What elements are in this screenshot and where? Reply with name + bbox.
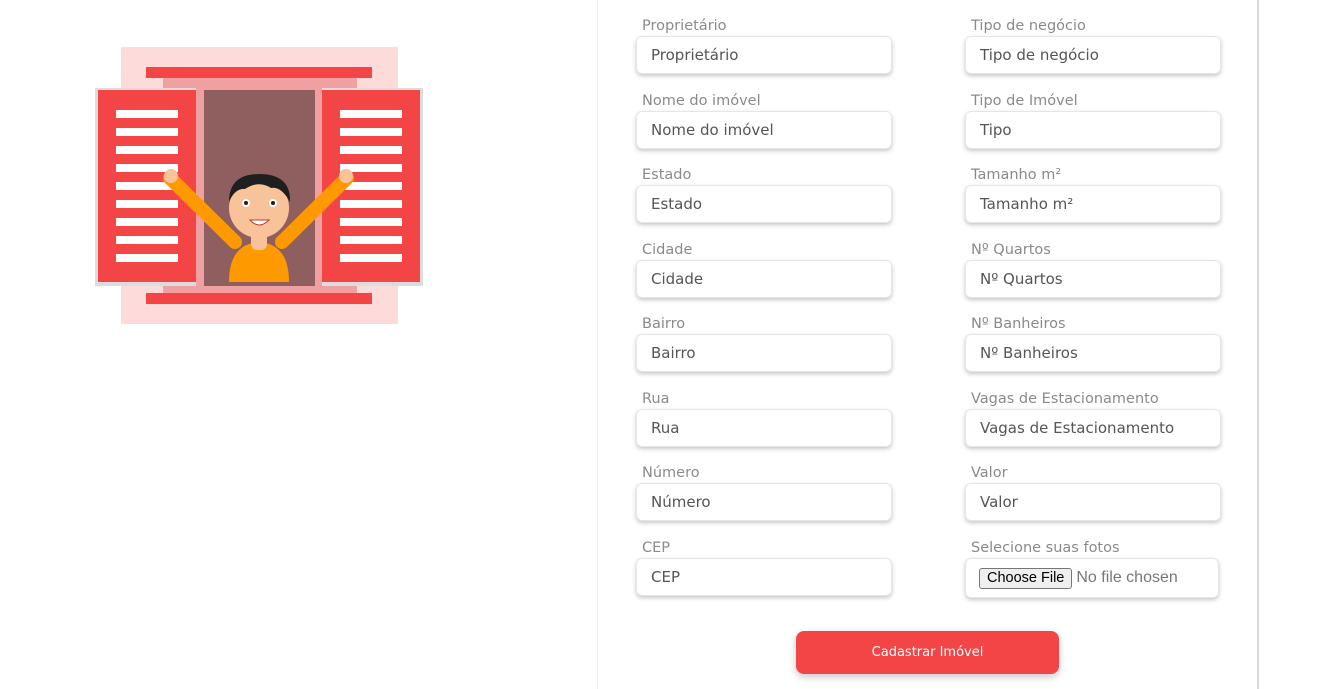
field-tamanho: Tamanho m² bbox=[965, 166, 1221, 223]
field-numero: Número bbox=[636, 464, 892, 521]
field-label: Vagas de Estacionamento bbox=[971, 391, 1159, 407]
field-label: Proprietário bbox=[642, 18, 727, 34]
field-fotos: Selecione suas fotos Choose File No file… bbox=[965, 539, 1221, 598]
field-label: Nome do imóvel bbox=[642, 93, 761, 109]
field-estado: Estado bbox=[636, 166, 892, 223]
field-label: Valor bbox=[971, 465, 1008, 481]
field-valor: Valor bbox=[965, 464, 1221, 521]
valor-input[interactable] bbox=[965, 483, 1221, 521]
tipo-negocio-input[interactable] bbox=[965, 36, 1221, 74]
field-label: Selecione suas fotos bbox=[971, 540, 1120, 556]
field-quartos: Nº Quartos bbox=[965, 241, 1221, 298]
rua-input[interactable] bbox=[636, 409, 892, 447]
cidade-input[interactable] bbox=[636, 260, 892, 298]
field-label: CEP bbox=[642, 540, 671, 556]
field-label: Bairro bbox=[642, 316, 686, 332]
field-label: Nº Quartos bbox=[971, 242, 1051, 258]
banheiros-input[interactable] bbox=[965, 334, 1221, 372]
field-nome-imovel: Nome do imóvel bbox=[636, 92, 892, 149]
photo-file-input[interactable]: Choose File No file chosen bbox=[965, 558, 1219, 598]
field-label: Tamanho m² bbox=[971, 167, 1062, 183]
tamanho-input[interactable] bbox=[965, 185, 1221, 223]
vagas-input[interactable] bbox=[965, 409, 1221, 447]
cep-input[interactable] bbox=[636, 558, 892, 596]
field-label: Número bbox=[642, 465, 700, 481]
proprietario-input[interactable] bbox=[636, 36, 892, 74]
field-banheiros: Nº Banheiros bbox=[965, 315, 1221, 372]
field-label: Estado bbox=[642, 167, 692, 183]
choose-file-button[interactable]: Choose File bbox=[979, 567, 1073, 589]
field-cep: CEP bbox=[636, 539, 892, 596]
bairro-input[interactable] bbox=[636, 334, 892, 372]
field-vagas: Vagas de Estacionamento bbox=[965, 390, 1221, 447]
nome-imovel-input[interactable] bbox=[636, 111, 892, 149]
person-at-window-image bbox=[95, 47, 423, 324]
field-tipo-imovel: Tipo de Imóvel bbox=[965, 92, 1221, 149]
field-label: Tipo de Imóvel bbox=[971, 93, 1078, 109]
field-label: Cidade bbox=[642, 242, 693, 258]
window-illustration bbox=[95, 46, 425, 326]
field-bairro: Bairro bbox=[636, 315, 892, 372]
cadastrar-imovel-button[interactable]: Cadastrar Imóvel bbox=[796, 631, 1059, 674]
field-cidade: Cidade bbox=[636, 241, 892, 298]
field-label: Rua bbox=[642, 391, 670, 407]
estado-input[interactable] bbox=[636, 185, 892, 223]
numero-input[interactable] bbox=[636, 483, 892, 521]
field-label: Nº Banheiros bbox=[971, 316, 1066, 332]
field-tipo-negocio: Tipo de negócio bbox=[965, 17, 1221, 74]
field-proprietario: Proprietário bbox=[636, 17, 892, 74]
quartos-input[interactable] bbox=[965, 260, 1221, 298]
field-rua: Rua bbox=[636, 390, 892, 447]
field-label: Tipo de negócio bbox=[971, 18, 1086, 34]
file-status-text: No file chosen bbox=[1076, 569, 1178, 586]
tipo-imovel-input[interactable] bbox=[965, 111, 1221, 149]
